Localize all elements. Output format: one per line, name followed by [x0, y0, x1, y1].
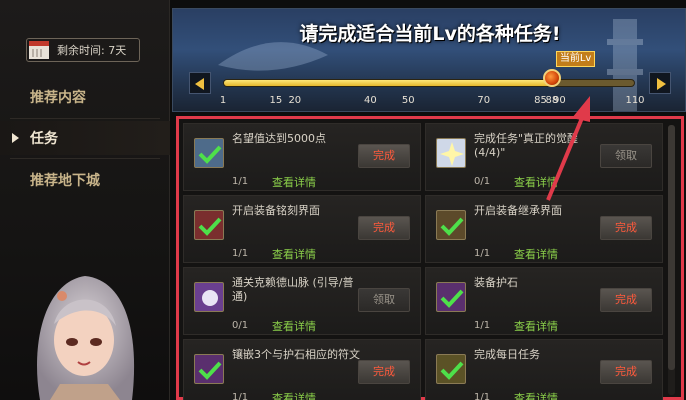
- task-card: 装备护石 1/1 查看详情 完成: [425, 267, 663, 335]
- task-card: 开启装备继承界面 1/1 查看详情 完成: [425, 195, 663, 263]
- task-grid: 名望值达到5000点 1/1 查看详情 完成 完成任务"真正的觉醒(4/4)" 0/1 查看…: [176, 116, 684, 400]
- task-complete-button[interactable]: 完成: [358, 144, 410, 168]
- level-next-button[interactable]: [649, 72, 671, 94]
- remaining-time-text: 剩余时间: 7天: [57, 44, 127, 57]
- task-detail-link[interactable]: 查看详情: [514, 246, 558, 262]
- level-banner: 请完成适合当前Lv的各种任务! 当前Lv 1 15 20 40 50 70 85 88 90 11…: [172, 8, 686, 112]
- inherit-check-icon: [436, 210, 466, 240]
- task-card: 完成每日任务 1/1 查看详情 完成: [425, 339, 663, 400]
- task-progress: 1/1: [232, 248, 249, 259]
- task-title: 开启装备铭刻界面: [232, 204, 320, 217]
- task-title: 名望值达到5000点: [232, 132, 326, 145]
- calendar-icon: [29, 41, 49, 59]
- level-tick-label: 50: [401, 95, 415, 106]
- sidebar-item-recommended[interactable]: 推荐内容: [0, 80, 170, 114]
- engrave-check-icon: [194, 210, 224, 240]
- talisman-check-icon: [436, 282, 466, 312]
- character-portrait: [37, 276, 135, 400]
- sidebar: 剩余时间: 7天 推荐内容 任务 推荐地下城: [0, 0, 170, 400]
- level-prev-button[interactable]: [189, 72, 211, 94]
- task-progress: 0/1: [474, 176, 491, 187]
- level-fill: [224, 80, 552, 86]
- sidebar-divider: [10, 118, 160, 119]
- rune-check-icon: [194, 354, 224, 384]
- task-scrollbar[interactable]: [668, 125, 675, 395]
- task-title: 通关克赖德山脉 (引导/普通): [232, 276, 354, 303]
- active-arrow-icon: [12, 133, 19, 143]
- level-tick-label: 15: [269, 95, 283, 106]
- task-title: 完成每日任务: [474, 348, 540, 361]
- task-title: 完成任务"真正的觉醒(4/4)": [474, 132, 579, 159]
- task-title: 装备护石: [474, 276, 518, 289]
- task-progress: 1/1: [474, 392, 491, 400]
- remaining-time-box: 剩余时间: 7天: [26, 38, 140, 62]
- current-level-badge: 当前Lv: [555, 51, 596, 67]
- shield-check-icon: [194, 138, 224, 168]
- sidebar-divider: [10, 158, 160, 159]
- level-tick-label: 40: [364, 95, 377, 106]
- task-progress: 1/1: [474, 248, 491, 259]
- task-detail-link[interactable]: 查看详情: [272, 318, 316, 334]
- task-title: 镶嵌3个与护石相应的符文: [232, 348, 360, 361]
- task-card: 名望值达到5000点 1/1 查看详情 完成: [183, 123, 421, 191]
- task-progress: 1/1: [474, 320, 491, 331]
- task-progress: 1/1: [232, 176, 249, 187]
- banner-title: 请完成适合当前Lv的各种任务!: [299, 23, 561, 45]
- sidebar-item-label: 任务: [30, 131, 58, 147]
- task-card: 镶嵌3个与护石相应的符文 1/1 查看详情 完成: [183, 339, 421, 400]
- sidebar-item-dungeon[interactable]: 推荐地下城: [0, 163, 170, 197]
- task-complete-button[interactable]: 完成: [358, 360, 410, 384]
- task-detail-link[interactable]: 查看详情: [514, 174, 558, 190]
- sidebar-item-tasks[interactable]: 任务: [0, 121, 170, 155]
- task-complete-button[interactable]: 完成: [600, 360, 652, 384]
- task-progress: 1/1: [232, 392, 249, 400]
- level-tick-label: 90: [553, 95, 566, 106]
- level-tick-label: 1: [219, 95, 227, 106]
- task-card: 通关克赖德山脉 (引导/普通) 0/1 查看详情 领取: [183, 267, 421, 335]
- awakening-flash-icon: [436, 138, 466, 168]
- task-claim-button[interactable]: 领取: [358, 288, 410, 312]
- task-detail-link[interactable]: 查看详情: [272, 246, 316, 262]
- task-card: 开启装备铭刻界面 1/1 查看详情 完成: [183, 195, 421, 263]
- level-track[interactable]: [223, 79, 635, 87]
- task-complete-button[interactable]: 完成: [600, 216, 652, 240]
- task-title: 开启装备继承界面: [474, 204, 562, 217]
- level-tick-label: 70: [477, 95, 491, 106]
- task-detail-link[interactable]: 查看详情: [272, 174, 316, 190]
- task-detail-link[interactable]: 查看详情: [514, 318, 558, 334]
- sidebar-item-label: 推荐内容: [30, 90, 86, 106]
- dungeon-orb-icon: [194, 282, 224, 312]
- task-complete-button[interactable]: 完成: [358, 216, 410, 240]
- task-progress: 0/1: [232, 320, 249, 331]
- scroll-thumb[interactable]: [668, 125, 675, 370]
- daily-check-icon: [436, 354, 466, 384]
- level-tick-label: 110: [625, 95, 645, 106]
- task-complete-button[interactable]: 完成: [600, 288, 652, 312]
- level-tick-label: 20: [288, 95, 302, 106]
- level-slider-knob[interactable]: [542, 69, 561, 87]
- sidebar-item-label: 推荐地下城: [30, 173, 100, 189]
- task-card: 完成任务"真正的觉醒(4/4)" 0/1 查看详情 领取: [425, 123, 663, 191]
- task-detail-link[interactable]: 查看详情: [272, 390, 316, 400]
- task-claim-button[interactable]: 领取: [600, 144, 652, 168]
- task-detail-link[interactable]: 查看详情: [514, 390, 558, 400]
